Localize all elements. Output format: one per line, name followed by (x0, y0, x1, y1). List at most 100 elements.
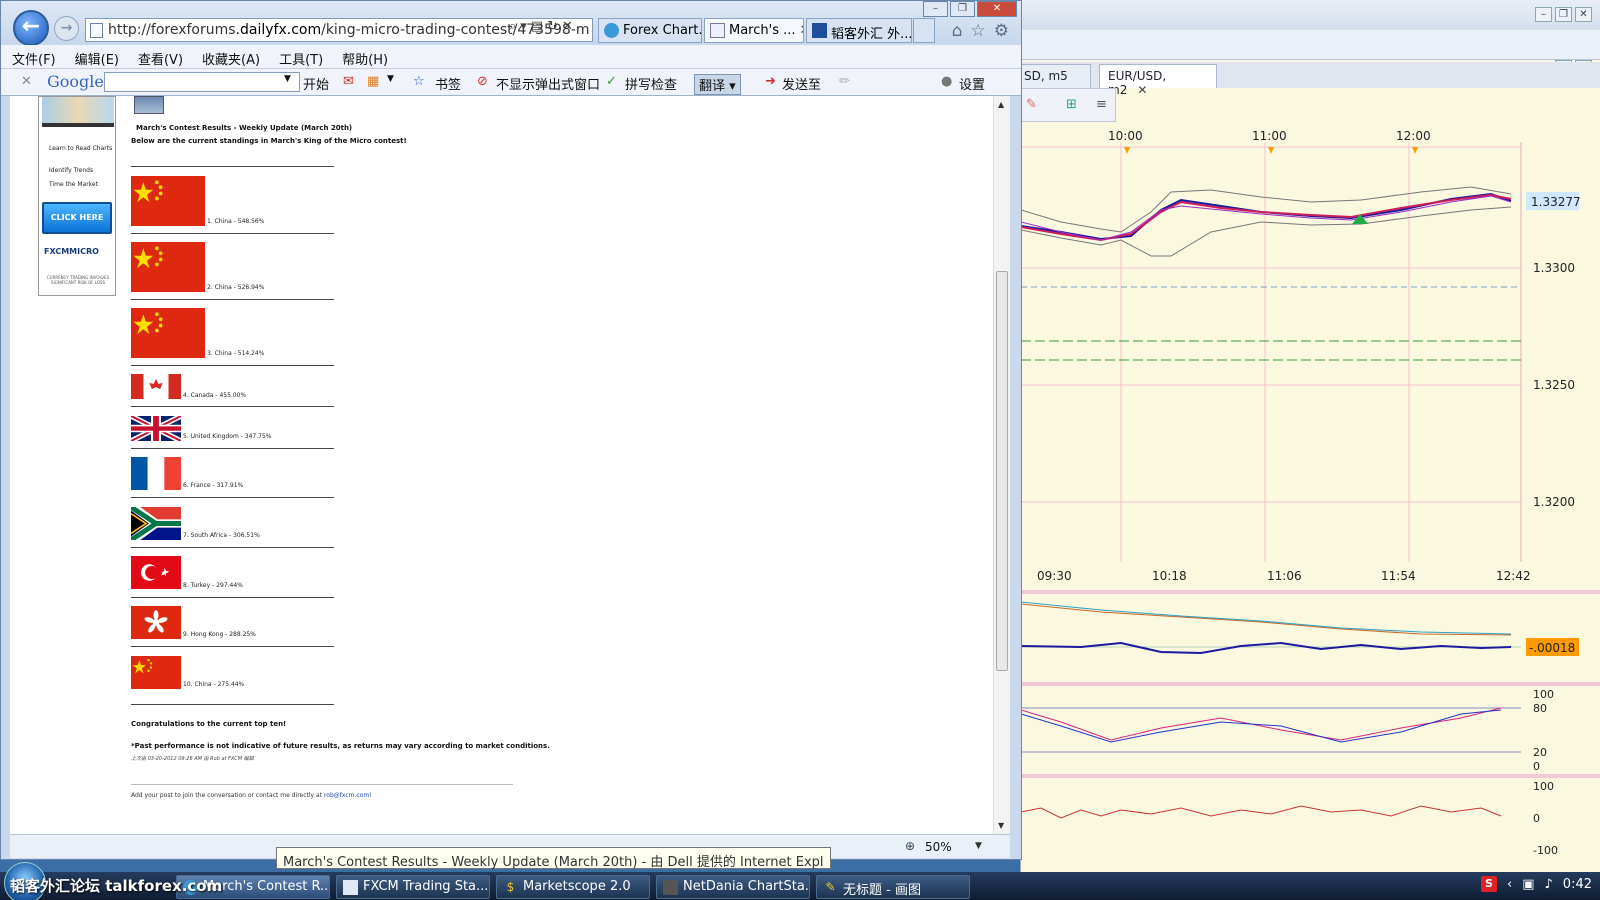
chart-app-menustrip: ❐ ✕ (1021, 30, 1600, 75)
input-method-icon[interactable]: S (1481, 876, 1497, 892)
settings-wrench-icon[interactable]: ● (941, 74, 952, 89)
chart-tab-eurusd[interactable]: EUR/USD, m2 ✕ (1099, 64, 1217, 97)
taskbar-item[interactable]: $ Marketscope 2.0 (496, 875, 650, 899)
browser-tab[interactable]: 韬客外汇 外... (806, 18, 912, 43)
divider (131, 448, 334, 449)
macd-value-label: -.00018 (1529, 641, 1575, 655)
time-axis-label: 11:54 (1381, 569, 1416, 583)
rsi-axis-label: 0 (1533, 812, 1540, 825)
reply-note-text: Add your post to join the conversation o… (131, 792, 323, 799)
browser-tab-active[interactable]: March's ... ✕ (704, 18, 804, 43)
restore-icon[interactable]: ❐ (1555, 7, 1572, 22)
menu-help[interactable]: 帮助(H) (331, 45, 396, 68)
menu-favorites[interactable]: 收藏夹(A) (191, 45, 268, 68)
chart-tab-other[interactable]: SD, m5 (1015, 64, 1091, 88)
home-icon[interactable]: ⌂ (952, 21, 963, 41)
application-icon (343, 880, 358, 895)
bookmarks-button[interactable]: 书签 (435, 74, 461, 93)
minimize-icon[interactable]: – (1535, 7, 1552, 22)
scrollbar-thumb[interactable] (996, 271, 1008, 671)
vertical-scrollbar[interactable]: ▲ ▼ (993, 96, 1010, 834)
standing-entry-text: 1. China - 548.56% (207, 218, 265, 225)
back-button[interactable]: ← (13, 10, 49, 46)
performance-disclaimer: *Past performance is not indicative of f… (131, 742, 550, 750)
zoom-level[interactable]: 50% (925, 840, 952, 854)
settings-button[interactable]: 设置 (959, 74, 985, 93)
menu-tools[interactable]: 工具(T) (268, 45, 331, 68)
taskbar-item[interactable]: NetDania ChartSta... (656, 875, 810, 899)
ad-link[interactable]: Learn to Read Charts (49, 145, 112, 152)
volume-icon[interactable]: ♪ (1545, 877, 1553, 892)
favorites-star-icon[interactable]: ☆ (971, 21, 986, 41)
send-to-icon[interactable]: ➜ (765, 74, 776, 89)
eraser-icon[interactable]: ✎ (1026, 97, 1037, 112)
page-icon (90, 23, 103, 38)
tab-label: Forex Chart... (623, 23, 702, 38)
spellcheck-button[interactable]: 拼写检查 (625, 74, 677, 93)
highlighter-icon[interactable]: ✏ (839, 74, 850, 89)
site-logo-icon (812, 23, 827, 38)
browser-tab[interactable]: Forex Chart... (598, 18, 702, 43)
stop-icon[interactable]: ✕ (562, 19, 577, 34)
scroll-up-icon[interactable]: ▲ (998, 100, 1004, 109)
sidebar-advertisement[interactable]: Learn to Read Charts Identify Trends Tim… (38, 96, 116, 296)
zoom-icon[interactable]: ⊕ (905, 839, 915, 853)
start-button[interactable]: 开始 (303, 74, 329, 93)
close-icon[interactable]: ✕ (800, 23, 803, 38)
taskbar-item[interactable]: FXCM Trading Sta... (336, 875, 490, 899)
send-to-button[interactable]: 发送至 (782, 74, 821, 93)
page-icon (710, 23, 725, 38)
popup-blocker-button[interactable]: 不显示弹出式窗口 (496, 74, 600, 93)
taskbar-item-label: 无标题 - 画图 (843, 883, 921, 898)
chevron-down-icon[interactable]: ▼ (975, 841, 982, 851)
close-toolbar-icon[interactable]: ✕ (21, 74, 32, 89)
spellcheck-icon[interactable]: ✓ (606, 74, 617, 89)
translate-label: 翻译 (699, 79, 726, 94)
ad-link[interactable]: Identify Trends (49, 167, 93, 174)
search-icon[interactable]: ⌕ (509, 19, 520, 34)
list-icon[interactable]: ≡ (1096, 97, 1107, 112)
menu-file[interactable]: 文件(F) (1, 45, 64, 68)
url-host: dailyfx.com (240, 22, 322, 38)
standing-entry-text: 10. China - 275.44% (183, 681, 245, 688)
price-axis-label: 1.3200 (1533, 495, 1575, 509)
chevron-down-icon[interactable]: ▾ (520, 19, 531, 34)
close-icon[interactable]: ✕ (977, 1, 1017, 17)
chevron-down-icon[interactable]: ▼ (284, 74, 291, 84)
translate-button[interactable]: 翻译 ▾ (694, 74, 741, 95)
ad-link[interactable]: Time the Market (49, 181, 98, 188)
apps-icon[interactable]: ▦ (367, 74, 379, 89)
forward-button[interactable]: → (54, 16, 79, 41)
menu-view[interactable]: 查看(V) (127, 45, 191, 68)
bookmark-star-icon[interactable]: ☆ (413, 74, 425, 89)
click-here-button[interactable]: CLICK HERE (42, 202, 112, 234)
clock[interactable]: 0:42 (1563, 877, 1592, 892)
google-search-input[interactable] (104, 72, 300, 92)
browser-navigation-bar: ← → http://forexforums.dailyfx.com/king-… (1, 1, 1021, 46)
panel-divider (1021, 774, 1600, 778)
email-link[interactable]: rob@fxcm.com! (324, 792, 372, 799)
minimize-icon[interactable]: – (923, 1, 948, 17)
time-axis-label: 09:30 (1037, 569, 1072, 583)
forex-chart[interactable]: 1.33277 1.3300 1.3250 1.3200 10:00 11:00… (1021, 122, 1600, 872)
popup-blocker-icon[interactable]: ⊘ (477, 74, 488, 89)
avatar[interactable] (134, 96, 164, 114)
taskbar-item[interactable]: ✎ 无标题 - 画图 (816, 875, 970, 899)
new-tab-button[interactable] (913, 18, 935, 43)
refresh-icon[interactable]: ↻ (547, 19, 562, 34)
chevron-down-icon[interactable]: ▼ (387, 74, 394, 84)
gear-icon[interactable]: ⚙ (994, 21, 1009, 41)
close-icon[interactable]: ✕ (1575, 7, 1592, 22)
rsi-axis-label: -100 (1533, 844, 1558, 857)
scroll-down-icon[interactable]: ▼ (998, 821, 1004, 830)
edit-note: 上次由 03-20-2012 09:26 AM 由 Rob at FXCM 编辑 (131, 756, 254, 762)
compatibility-icon[interactable]: ▤ (531, 19, 547, 34)
menu-edit[interactable]: 编辑(E) (64, 45, 127, 68)
gmail-icon[interactable]: ✉ (343, 74, 354, 89)
network-icon[interactable]: ▣ (1522, 877, 1534, 892)
close-icon[interactable]: ✕ (1137, 83, 1147, 97)
restore-icon[interactable]: ❐ (950, 1, 975, 17)
hierarchy-icon[interactable]: ⊞ (1066, 97, 1077, 112)
china-flag-image (131, 176, 205, 230)
chevron-left-icon[interactable]: ‹ (1507, 877, 1512, 892)
